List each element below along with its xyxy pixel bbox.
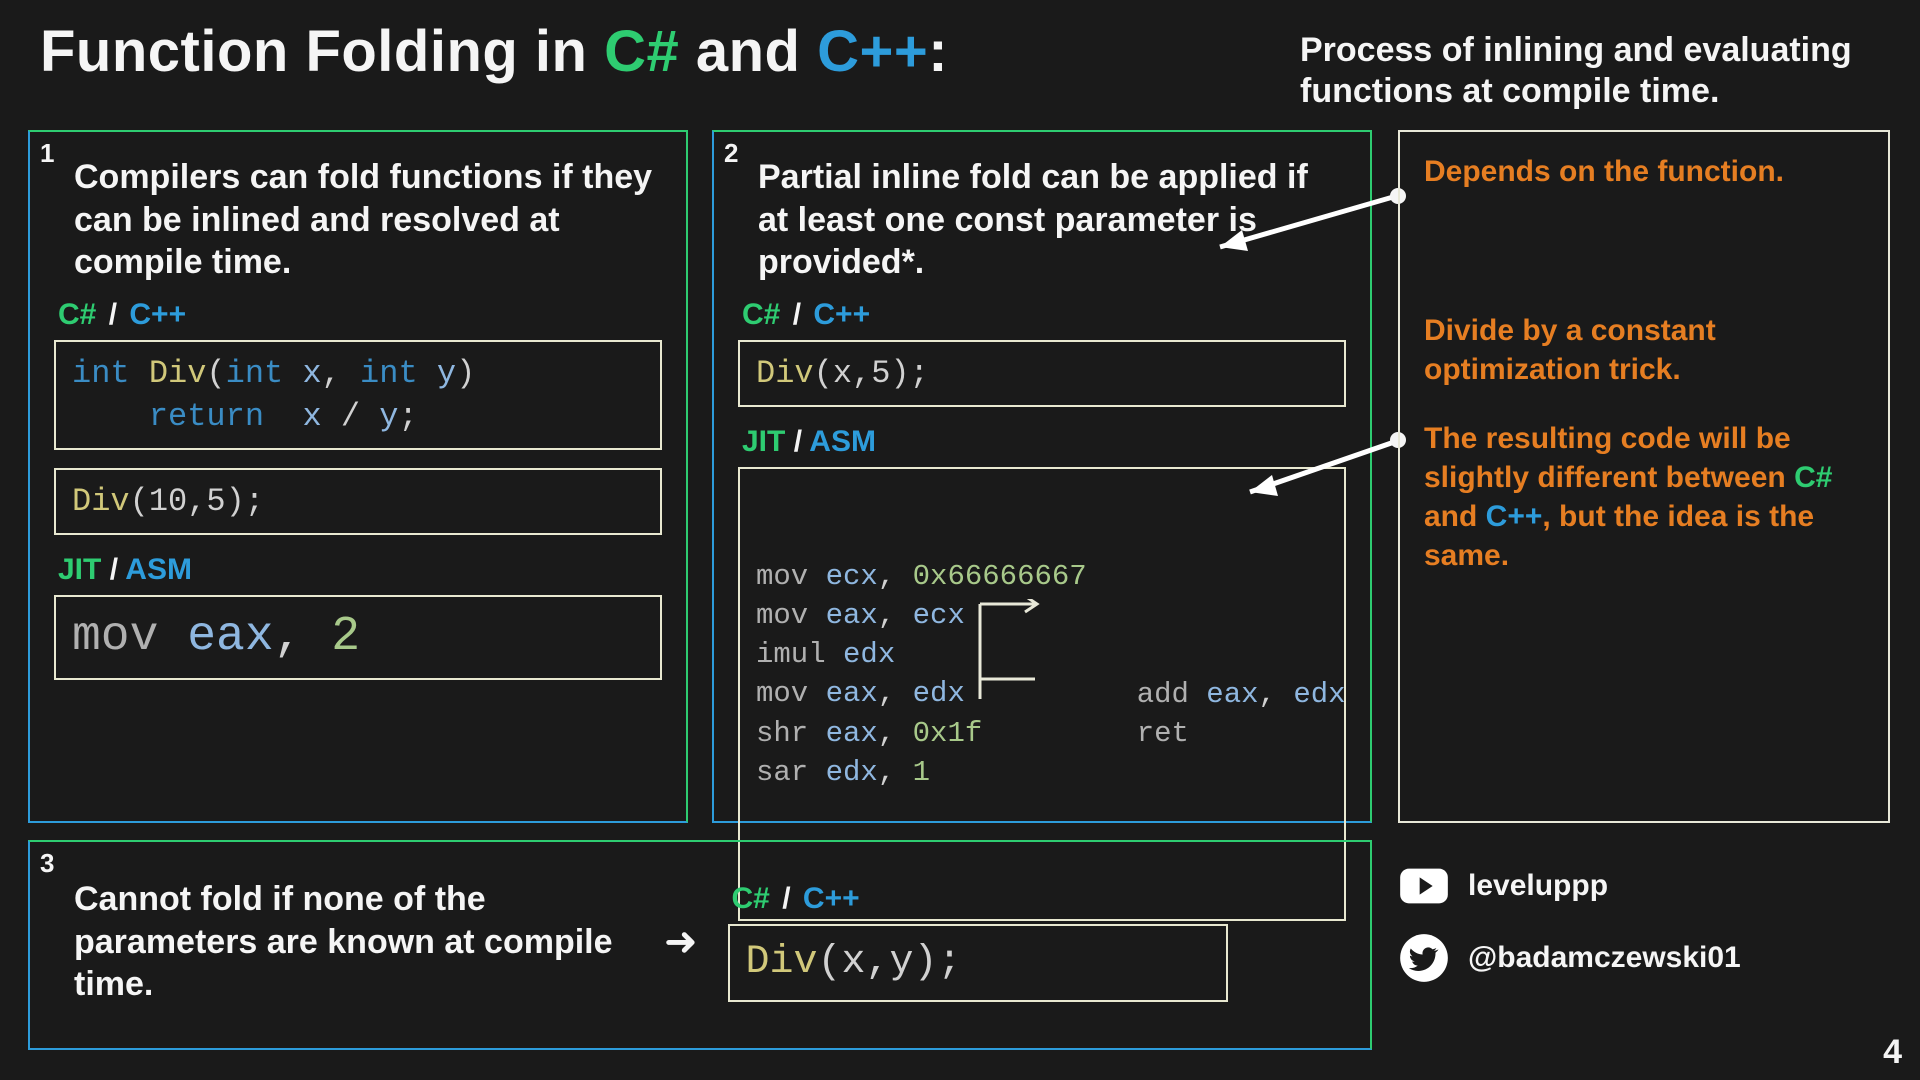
- panel-desc: Cannot fold if none of the parameters ar…: [74, 878, 634, 1006]
- note-div-trick: Divide by a constant optimization trick.: [1424, 311, 1864, 389]
- panel-number: 1: [40, 138, 54, 169]
- youtube-icon: [1398, 860, 1450, 912]
- code-call-partial: Div(x,5);: [738, 340, 1346, 407]
- panel-number: 2: [724, 138, 738, 169]
- lang-cpp: C++: [129, 298, 186, 331]
- title-and: and: [679, 19, 817, 84]
- lang-slash: /: [782, 882, 790, 915]
- panel-desc: Compilers can fold functions if they can…: [74, 156, 662, 284]
- note-depends: Depends on the function.: [1424, 152, 1864, 191]
- notes-side-panel: Depends on the function. Divide by a con…: [1398, 130, 1890, 823]
- panel-full-fold: 1 Compilers can fold functions if they c…: [28, 130, 688, 823]
- youtube-handle: leveluppp: [1468, 869, 1608, 903]
- social-links: leveluppp @badamczewski01: [1398, 860, 1890, 1004]
- lang-csharp: C#: [58, 298, 96, 331]
- code-function-def: int Div(int x, int y) return x / y;: [54, 340, 662, 450]
- code-call-const: Div(10,5);: [54, 468, 662, 535]
- twitter-icon: [1398, 932, 1450, 984]
- title-cpp: C++: [817, 19, 928, 84]
- jit-slash: /: [794, 425, 802, 458]
- lang-csharp: C#: [742, 298, 780, 331]
- jit-text: JIT: [742, 425, 785, 458]
- arrow-right-icon: ➜: [664, 919, 698, 965]
- panel-partial-fold: 2 Partial inline fold can be applied if …: [712, 130, 1372, 823]
- youtube-link[interactable]: leveluppp: [1398, 860, 1890, 912]
- lang-cpp: C++: [803, 882, 860, 915]
- title-csharp: C#: [604, 19, 679, 84]
- jit-label: JIT / ASM: [58, 553, 662, 587]
- header: Function Folding in C# and C++: Process …: [40, 18, 1880, 108]
- lang-label: C# / C++: [732, 882, 1346, 916]
- code-call-vars: Div(x,y);: [728, 924, 1228, 1002]
- jit-text: JIT: [58, 553, 101, 586]
- asm-output-folded: mov eax, 2: [54, 595, 662, 680]
- twitter-link[interactable]: @badamczewski01: [1398, 932, 1890, 984]
- twitter-handle: @badamczewski01: [1468, 941, 1741, 975]
- lang-csharp: C#: [732, 882, 770, 915]
- asm-text: ASM: [125, 553, 192, 586]
- asm-text: ASM: [809, 425, 876, 458]
- panel-number: 3: [40, 848, 54, 879]
- lang-label: C# / C++: [58, 298, 662, 332]
- panel-no-fold: 3 Cannot fold if none of the parameters …: [28, 840, 1372, 1050]
- panel-desc: Partial inline fold can be applied if at…: [758, 156, 1346, 284]
- lang-slash: /: [793, 298, 801, 331]
- title-colon: :: [928, 19, 948, 84]
- note-result-diff: The resulting code will be slightly diff…: [1424, 419, 1864, 575]
- lang-slash: /: [109, 298, 117, 331]
- lang-label: C# / C++: [742, 298, 1346, 332]
- asm-col-left: mov ecx, 0x66666667 mov eax, ecx imul ed…: [756, 557, 1087, 792]
- jit-label: JIT / ASM: [742, 425, 1346, 459]
- page-number: 4: [1883, 1033, 1902, 1072]
- asm-col-right: add eax, edx ret: [1137, 557, 1346, 792]
- jit-slash: /: [110, 553, 118, 586]
- title-prefix: Function Folding in: [40, 19, 604, 84]
- subtitle: Process of inlining and evaluating funct…: [1300, 30, 1880, 112]
- lang-cpp: C++: [813, 298, 870, 331]
